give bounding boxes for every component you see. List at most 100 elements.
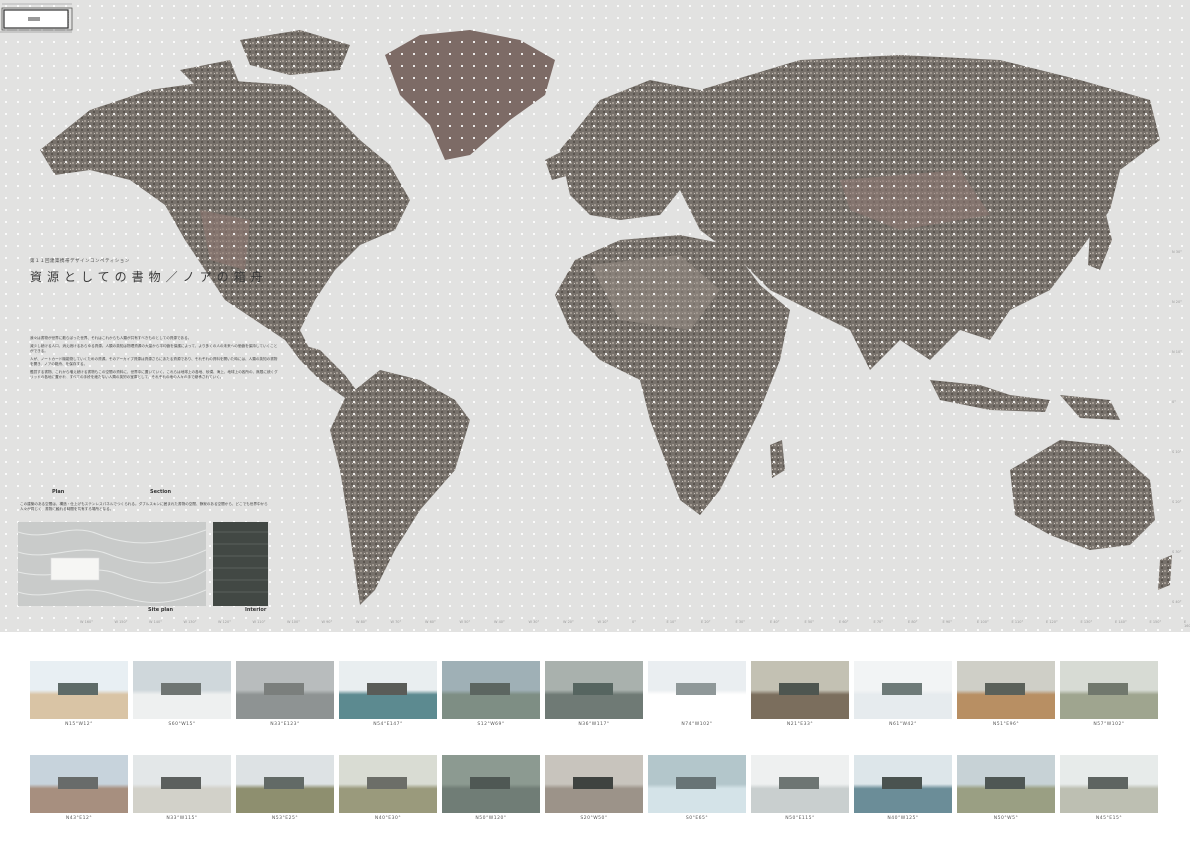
site-photo-image (957, 755, 1055, 813)
concept-paragraph: 減少し続ける人口、消え続けるあらゆる資源。人類の英知は物理資源の大量から平均値を… (30, 344, 278, 353)
site-photo: N50°E115° (751, 755, 849, 821)
site-photo-caption: S12°W69° (477, 722, 505, 727)
site-photo: N15°W12° (30, 661, 128, 727)
section-drawing (0, 9, 72, 33)
concept-paragraph: 人が、ノートカード機能物していくための資源。そのアーカイブ資源は資源さらにあたる… (30, 357, 278, 366)
library-block (779, 683, 819, 695)
longitude-label: E 90° (942, 620, 953, 624)
longitude-label: W 160° (80, 620, 94, 624)
longitude-label: W 90° (321, 620, 333, 624)
site-photo-image (854, 755, 952, 813)
site-photo-caption: N36°W117° (578, 722, 610, 727)
library-block (367, 777, 407, 789)
site-photo-caption: N15°W12° (65, 722, 93, 727)
library-block (779, 777, 819, 789)
site-photo-caption: N51°E96° (992, 722, 1020, 727)
library-block (367, 683, 407, 695)
site-photo: N57°W102° (1060, 661, 1158, 727)
latitude-label: S 20° (1172, 500, 1182, 504)
site-photo: N40°E30° (339, 755, 437, 821)
longitude-label: W 50° (459, 620, 471, 624)
site-photo-caption: N21°E33° (786, 722, 814, 727)
site-photo-caption: N40°W125° (887, 816, 919, 821)
longitude-label: W 120° (218, 620, 232, 624)
longitude-label: E 160° (1184, 620, 1190, 628)
site-photo: N40°W125° (854, 755, 952, 821)
site-photo: N45°E15° (1060, 755, 1158, 821)
site-photo-image (1060, 661, 1158, 719)
world-map: 第１１回建築携帯デザインコンペティション 資源としての書物／ノアの箱舟 我々は書… (0, 0, 1190, 632)
site-photo: N50°W5° (957, 755, 1055, 821)
longitude-label: W 110° (252, 620, 266, 624)
library-block (161, 777, 201, 789)
plan-label: Plan (52, 489, 65, 495)
site-photo-caption: N54°E147° (373, 722, 403, 727)
site-photo-image (30, 755, 128, 813)
site-photo-caption: N45°E15° (1095, 816, 1123, 821)
library-block (676, 777, 716, 789)
site-photo-image (648, 755, 746, 813)
latitude-label: N 30° (1172, 250, 1182, 254)
library-block (264, 683, 304, 695)
site-photo: N50°W120° (442, 755, 540, 821)
site-photo: N33°W115° (133, 755, 231, 821)
site-photo: N74°W102° (648, 661, 746, 727)
longitude-label: E 150° (1149, 620, 1162, 624)
latitude-label: S 40° (1172, 600, 1182, 604)
site-photo-image (133, 661, 231, 719)
site-photo-image (236, 755, 334, 813)
longitude-labels: W 160° W 150° W 140° W 130° W 120° W 110° W 10… (0, 620, 1190, 628)
latitude-label: N 20° (1172, 300, 1182, 304)
longitude-label: E 10° (666, 620, 677, 624)
longitude-label: W 40° (494, 620, 505, 624)
site-plan-image (18, 522, 206, 606)
site-photo-caption: N40°E30° (374, 816, 402, 821)
longitude-label: W 80° (356, 620, 367, 624)
library-block (1088, 777, 1128, 789)
longitude-label: E 120° (1046, 620, 1058, 624)
library-block (161, 683, 201, 695)
poster-subtitle: 第１１回建築携帯デザインコンペティション (30, 259, 130, 264)
interior-label: Interior (245, 607, 267, 613)
concept-text: 我々は書物が世界に散らばった世界、それはこれからも人類が共有すべきものとしての資… (30, 336, 280, 383)
longitude-label: W 30° (528, 620, 540, 624)
site-photo: N33°E123° (236, 661, 334, 727)
longitude-label: E 30° (735, 620, 746, 624)
site-photo-caption: N50°W120° (475, 816, 507, 821)
site-photo: N54°E147° (339, 661, 437, 727)
site-photo-image (442, 661, 540, 719)
site-photo-image (30, 661, 128, 719)
site-photo-image (442, 755, 540, 813)
library-block (1088, 683, 1128, 695)
library-block (882, 777, 922, 789)
longitude-label: E 80° (908, 620, 918, 624)
library-block (882, 683, 922, 695)
site-photo-image (1060, 755, 1158, 813)
library-block (470, 683, 510, 695)
longitude-label: 0° (632, 620, 636, 624)
site-photo-caption: N50°E115° (785, 816, 815, 821)
site-photo-image (648, 661, 746, 719)
site-photo-image (236, 661, 334, 719)
site-photo-caption: N57°W102° (1093, 722, 1125, 727)
longitude-label: E 40° (770, 620, 780, 624)
site-photo: N43°E12° (30, 755, 128, 821)
concept-paragraph: 我々は書物が世界に散らばった世界、それはこれからも人類が共有すべきものとしての資… (30, 336, 192, 340)
site-photo: N53°E25° (236, 755, 334, 821)
longitude-label: E 140° (1115, 620, 1127, 624)
longitude-label: W 100° (287, 620, 301, 624)
site-plan-label: Site plan (148, 607, 174, 613)
site-photo-image (545, 661, 643, 719)
interior-image (213, 522, 268, 606)
site-photo-caption: S20°W50° (580, 816, 608, 821)
site-photo-image (957, 661, 1055, 719)
site-photo-caption: N53°E25° (271, 816, 299, 821)
site-photo-image (751, 755, 849, 813)
site-photo-caption: N33°E123° (270, 722, 300, 727)
latitude-label: S 30° (1172, 550, 1182, 554)
library-block (985, 777, 1025, 789)
site-photo: S0°E65° (648, 755, 746, 821)
description-text: この建築のある空間は、構造・仕上げもステンレスパネルでつくられる。ダブルスキンに… (20, 502, 268, 511)
longitude-label: E 50° (804, 620, 815, 624)
site-photo: S12°W69° (442, 661, 540, 727)
